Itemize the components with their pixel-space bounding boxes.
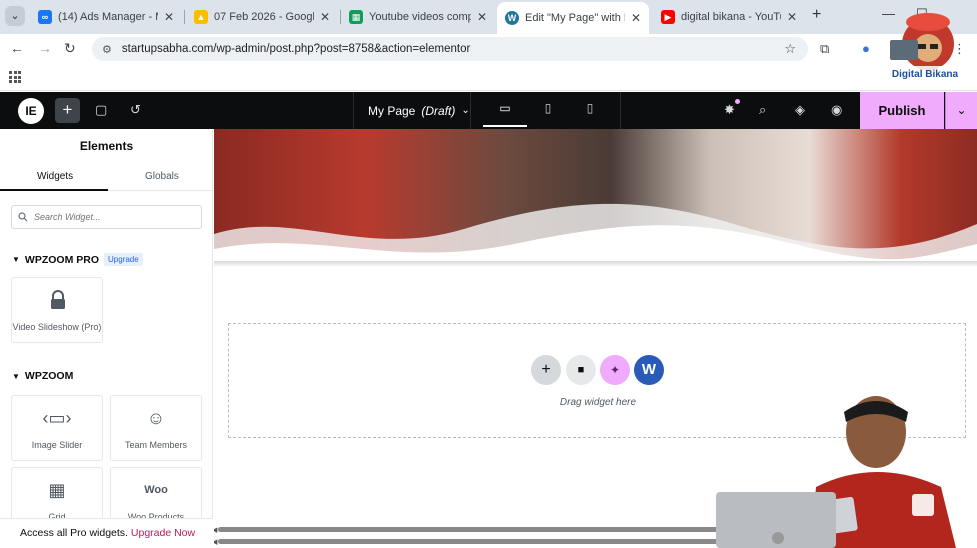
wave-shape-divider [214, 203, 977, 265]
notification-dot [735, 99, 740, 104]
promo-text: Access all Pro widgets. [20, 527, 128, 539]
tab-search-chevron-icon[interactable]: ⌄ [5, 6, 25, 26]
new-tab-icon[interactable]: + [812, 6, 821, 24]
publish-options-chevron-icon[interactable]: ⌄ [945, 92, 977, 129]
panel-title: Elements [79, 139, 134, 153]
grid-icon: ▦ [48, 480, 66, 500]
widget-label: Team Members [124, 440, 187, 450]
publish-button[interactable]: Publish [860, 92, 944, 129]
scroll-left-arrow-icon[interactable]: ◀ [214, 526, 217, 534]
section-divider-shadow [214, 261, 977, 267]
bookmarks-bar [0, 64, 977, 91]
section-wpzoom[interactable]: ▼ WPZOOM [12, 370, 73, 382]
browser-tab-elementor[interactable]: W Edit "My Page" with Elem ✕ [497, 2, 649, 34]
omnibox[interactable]: ⚙ startupsabha.com/wp-admin/post.php?pos… [92, 37, 808, 61]
presenter-webcam-overlay [716, 396, 956, 548]
add-element-button[interactable]: + [55, 98, 80, 123]
profile-icon[interactable]: ● [862, 41, 870, 56]
lock-icon [51, 290, 65, 309]
widget-search-field[interactable] [11, 205, 202, 229]
widget-label: Video Slideshow (Pro) [12, 322, 102, 332]
notifications-icon[interactable]: ✸ [724, 102, 735, 118]
extensions-puzzle-icon[interactable]: ⧉ [820, 41, 829, 57]
upgrade-badge[interactable]: Upgrade [104, 253, 143, 266]
close-tab-icon[interactable]: ✕ [477, 10, 487, 24]
page-settings-icon[interactable]: ▢ [95, 102, 107, 118]
template-library-folder-icon[interactable]: ■ [566, 355, 596, 385]
elements-panel: Elements Widgets Globals ▼ WPZOOM PRO Up… [0, 129, 213, 548]
reload-icon[interactable]: ↻ [64, 40, 76, 57]
active-device-indicator [483, 125, 527, 127]
browser-tab-google-drive[interactable]: ▲ 07 Feb 2026 - Google Dr ✕ [186, 4, 338, 30]
page-name: My Page [368, 103, 416, 118]
slider-icon: ‹▭› [42, 408, 72, 428]
browser-tab-google-sheets[interactable]: ▦ Youtube videos complete ✕ [341, 4, 495, 30]
apps-grid-icon[interactable] [9, 71, 21, 83]
browser-tab-youtube[interactable]: ▶ digital bikana - YouTube ✕ [653, 4, 805, 30]
bookmark-star-icon[interactable]: ☆ [784, 41, 796, 57]
responsive-mode-switcher: ▭ ▯ ▯ [471, 92, 621, 129]
elementor-top-bar: IE + ▢ ↺ My Page (Draft) ⌄ ▭ ▯ ▯ ✸ ⌕ ◈ ◉ [0, 92, 977, 129]
widget-image-slider[interactable]: ‹▭› Image Slider [11, 395, 103, 461]
panel-tabs: Widgets Globals [0, 163, 212, 191]
wordpress-icon: W [505, 11, 519, 25]
caret-down-icon: ▼ [12, 255, 20, 264]
close-tab-icon[interactable]: ✕ [320, 10, 330, 24]
close-tab-icon[interactable]: ✕ [787, 10, 797, 24]
youtube-icon: ▶ [661, 10, 675, 24]
url-text[interactable]: startupsabha.com/wp-admin/post.php?post=… [122, 43, 470, 55]
elementor-logo-icon[interactable]: IE [18, 98, 44, 124]
structure-layers-icon[interactable]: ◈ [795, 102, 805, 118]
search-icon[interactable]: ⌕ [759, 102, 766, 118]
section-title: WPZOOM [24, 370, 74, 382]
chevron-down-icon: ⌄ [461, 105, 470, 116]
horizontal-scrollbar-thumb[interactable] [218, 527, 738, 532]
page-status: (Draft) [421, 103, 456, 118]
close-tab-icon[interactable]: ✕ [631, 11, 641, 25]
channel-logo-overlay: Digital Bikana [884, 13, 966, 80]
site-settings-icon[interactable]: ⚙ [102, 43, 112, 56]
forward-arrow-icon[interactable]: → [38, 40, 52, 56]
widget-video-slideshow[interactable]: Video Slideshow (Pro) [11, 277, 103, 343]
mobile-icon[interactable]: ▯ [582, 101, 598, 118]
close-tab-icon[interactable]: ✕ [164, 10, 174, 24]
widget-label: Image Slider [31, 440, 83, 450]
woo-icon: Woo [144, 484, 168, 496]
meta-icon: ∞ [38, 10, 52, 24]
history-icon[interactable]: ↺ [130, 102, 141, 118]
desktop-icon[interactable]: ▭ [497, 101, 513, 118]
search-icon [18, 212, 28, 222]
back-arrow-icon[interactable]: ← [10, 40, 24, 56]
wpzoom-w-button[interactable]: W [634, 355, 664, 385]
tab-globals[interactable]: Globals [145, 171, 179, 182]
page-selector[interactable]: My Page (Draft) ⌄ [353, 92, 471, 129]
google-sheets-icon: ▦ [349, 10, 363, 24]
browser-tab-strip: ⌄ ∞ (14) Ads Manager - Mana ✕ ▲ 07 Feb 2… [0, 0, 977, 34]
widget-search-input[interactable] [34, 212, 194, 222]
tab-separator [184, 10, 185, 24]
active-tab-indicator [0, 189, 108, 191]
hero-background-image [214, 129, 977, 265]
widget-team-members[interactable]: ☺ Team Members [110, 395, 202, 461]
caret-down-icon: ▼ [12, 371, 20, 381]
section-wpzoom-pro[interactable]: ▼ WPZOOM PRO Upgrade [12, 253, 143, 266]
pro-upgrade-bar: Access all Pro widgets. Upgrade Now [0, 518, 213, 548]
scroll-left-arrow-icon[interactable]: ◀ [214, 538, 217, 546]
tablet-icon[interactable]: ▯ [540, 101, 556, 118]
address-bar-row: ← → ↻ ⚙ startupsabha.com/wp-admin/post.p… [0, 34, 977, 64]
add-section-button[interactable]: + [531, 355, 561, 385]
upgrade-now-link[interactable]: Upgrade Now [131, 527, 195, 539]
browser-tab-ads-manager[interactable]: ∞ (14) Ads Manager - Mana ✕ [30, 4, 182, 30]
section-title: WPZOOM PRO [24, 253, 100, 266]
horizontal-scrollbar-thumb[interactable] [218, 539, 738, 544]
ai-sparkle-icon[interactable]: ✦ [600, 355, 630, 385]
tab-widgets[interactable]: Widgets [37, 171, 73, 182]
person-icon: ☺ [146, 408, 166, 428]
google-drive-icon: ▲ [194, 10, 208, 24]
preview-eye-icon[interactable]: ◉ [831, 102, 842, 118]
logo-lettering: Digital Bikana [892, 69, 959, 80]
